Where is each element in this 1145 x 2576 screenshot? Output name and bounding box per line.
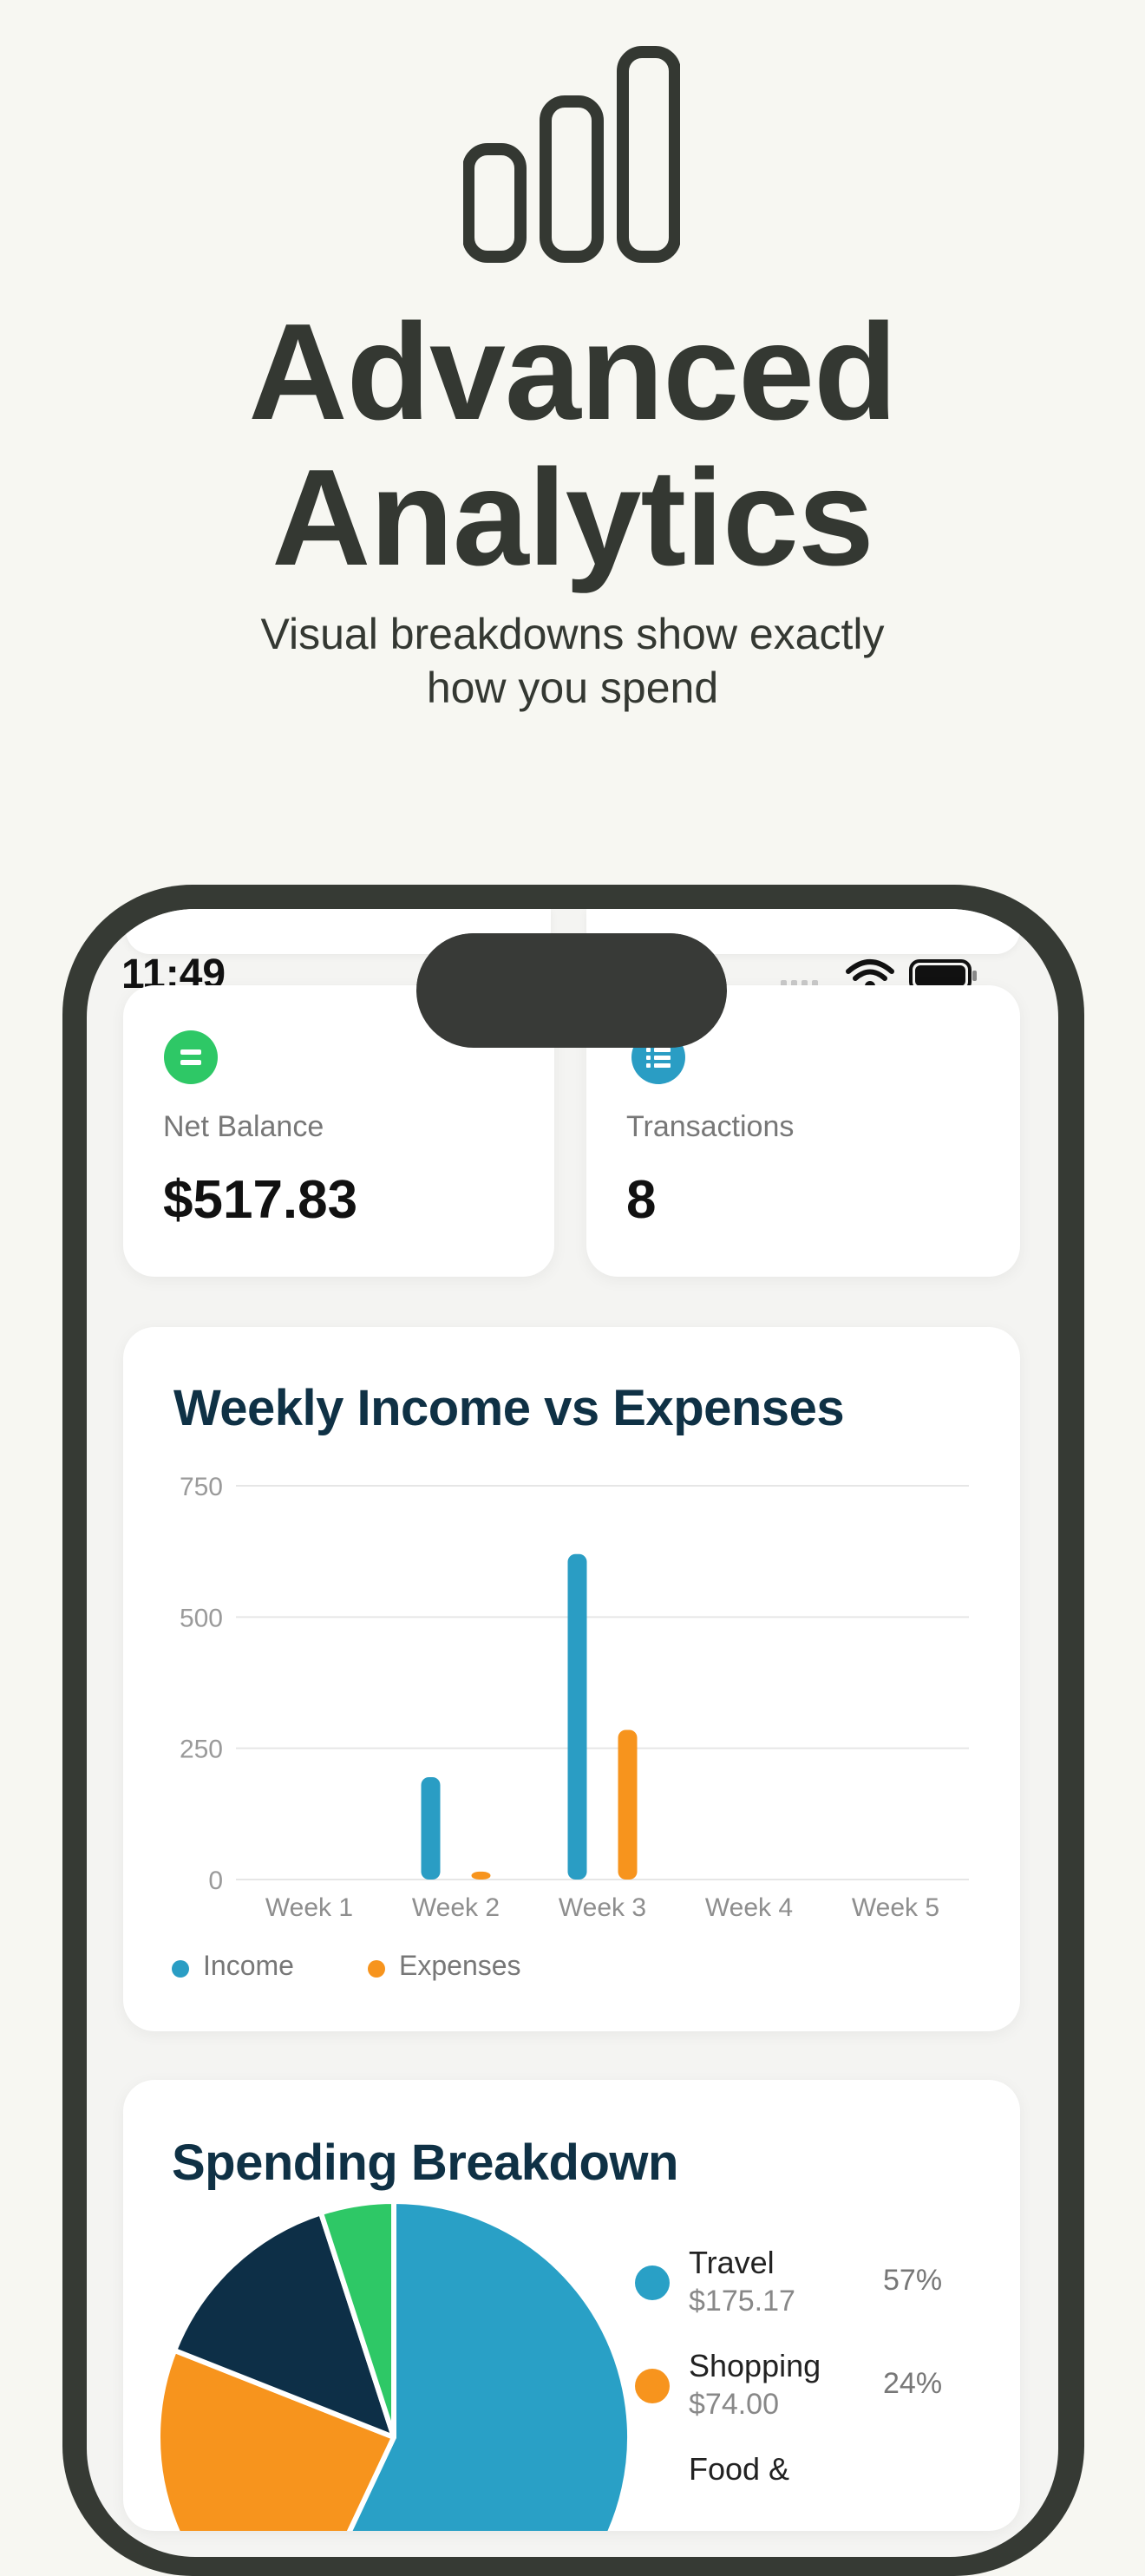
weekly-chart-card: Weekly Income vs Expenses 0 250 500 750 Week… bbox=[123, 1327, 1020, 2031]
y-tick-label: 0 bbox=[208, 1867, 223, 1895]
hero-title: Advanced Analytics bbox=[0, 299, 1145, 591]
hero-subtitle: Visual breakdowns show exactly how you s… bbox=[0, 607, 1145, 715]
spending-breakdown-card: Spending Breakdown Travel $175.17 57% Sh… bbox=[123, 2080, 1020, 2531]
income-bar bbox=[567, 1553, 587, 1880]
y-tick-label: 500 bbox=[180, 1604, 223, 1632]
net-balance-value: $517.83 bbox=[163, 1170, 358, 1230]
hero-title-line2: Analytics bbox=[272, 441, 874, 594]
spending-pie-chart bbox=[155, 2199, 632, 2531]
legend-expenses-dot bbox=[368, 1960, 385, 1978]
hero-subtitle-line2: how you spend bbox=[426, 664, 719, 712]
transactions-value: 8 bbox=[626, 1170, 657, 1230]
weekly-bar-chart: 0 250 500 750 Week 1 Week 2 Week 3 Week 4 Week 5 bbox=[180, 1473, 969, 1922]
travel-color-dot bbox=[635, 2265, 670, 2300]
hero-subtitle-line1: Visual breakdowns show exactly bbox=[260, 610, 885, 658]
expenses-bar bbox=[471, 1871, 491, 1880]
hero-title-line1: Advanced bbox=[248, 296, 897, 448]
shopping-amount: $74.00 bbox=[689, 2388, 779, 2421]
y-tick-label: 250 bbox=[180, 1736, 223, 1764]
food-name: Food & bbox=[689, 2451, 790, 2487]
income-bar bbox=[421, 1776, 441, 1880]
shopping-percent: 24% bbox=[883, 2367, 943, 2400]
travel-name: Travel bbox=[689, 2245, 775, 2280]
x-tick-label: Week 4 bbox=[705, 1893, 793, 1922]
shopping-color-dot bbox=[635, 2369, 670, 2403]
legend-income-label: Income bbox=[203, 1950, 294, 1981]
travel-percent: 57% bbox=[883, 2264, 943, 2297]
legend-income-dot bbox=[172, 1960, 189, 1978]
legend-expenses-label: Expenses bbox=[399, 1950, 521, 1981]
x-tick-label: Week 1 bbox=[265, 1893, 353, 1922]
travel-amount: $175.17 bbox=[689, 2285, 795, 2318]
shopping-name: Shopping bbox=[689, 2348, 821, 2383]
y-tick-label: 750 bbox=[180, 1473, 223, 1501]
expenses-bar bbox=[618, 1729, 638, 1880]
net-balance-label: Net Balance bbox=[163, 1110, 324, 1143]
x-tick-label: Week 3 bbox=[559, 1893, 646, 1922]
x-tick-label: Week 5 bbox=[852, 1893, 939, 1922]
x-tick-label: Week 2 bbox=[412, 1893, 500, 1922]
transactions-label: Transactions bbox=[626, 1110, 795, 1143]
bar-chart-icon bbox=[463, 46, 680, 263]
equals-icon bbox=[164, 1030, 218, 1084]
dynamic-island-overlay bbox=[416, 933, 727, 1048]
